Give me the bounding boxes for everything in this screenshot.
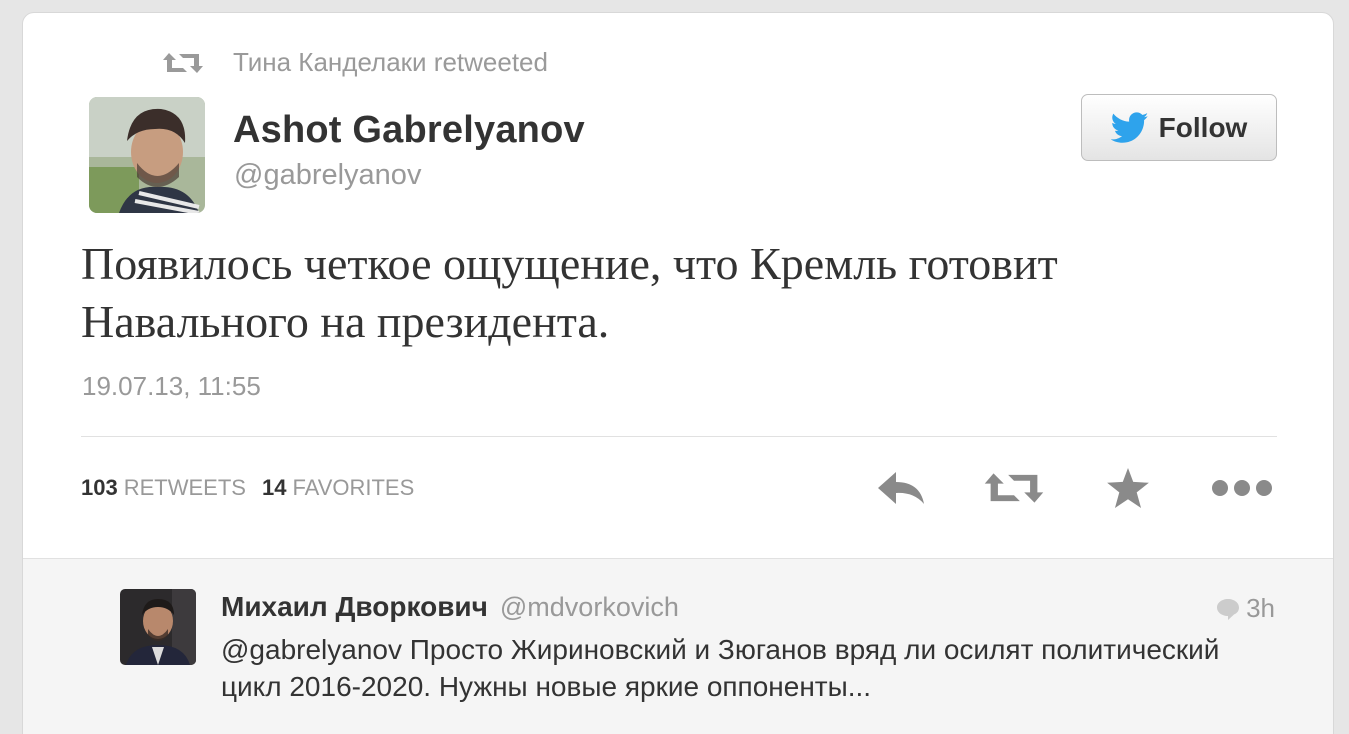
tweet-text: Появилось четкое ощущение, что Кремль го… (81, 238, 1058, 347)
author-name[interactable]: Ashot Gabrelyanov (233, 109, 585, 152)
author-handle[interactable]: @gabrelyanov (234, 159, 421, 192)
more-button[interactable] (1209, 465, 1275, 511)
divider (81, 436, 1277, 437)
twitter-bird-icon (1110, 111, 1149, 143)
reply-header: Михаил Дворкович @mdvorkovich (221, 591, 679, 623)
retweet-icon (984, 473, 1044, 503)
favorites-stat[interactable]: 14 FAVORITES (262, 475, 414, 501)
retweets-stat[interactable]: 103 RETWEETS (81, 475, 246, 501)
favorites-count: 14 (261, 475, 287, 500)
reply-time[interactable]: 3h (1216, 593, 1275, 624)
follow-button-label: Follow (1158, 111, 1248, 143)
follow-button[interactable]: Follow (1081, 94, 1277, 161)
avatar-photo (120, 589, 196, 665)
author-avatar[interactable] (89, 97, 205, 213)
reply-button[interactable] (873, 465, 929, 511)
reply-icon (878, 472, 924, 504)
retweet-context-text[interactable]: Тина Канделаки retweeted (233, 47, 548, 78)
reply-section: Михаил Дворкович @mdvorkovich 3h @gabrel… (23, 558, 1333, 734)
tweet-card: Тина Канделаки retweeted Ashot Gabrelyan… (22, 12, 1334, 734)
reply-avatar[interactable] (120, 589, 196, 665)
reply-time-text: 3h (1246, 593, 1275, 623)
reply-author-name[interactable]: Михаил Дворкович (221, 591, 488, 623)
speech-bubble-icon (1217, 598, 1240, 620)
favorites-label: FAVORITES (292, 475, 415, 500)
reply-text: @gabrelyanov Просто Жириновский и Зюгано… (221, 634, 1220, 702)
retweet-button[interactable] (983, 465, 1045, 511)
tweet-stats: 103 RETWEETS 14 FAVORITES (81, 475, 430, 501)
reply-author-handle[interactable]: @mdvorkovich (500, 592, 679, 623)
star-icon (1107, 468, 1149, 508)
retweet-icon (163, 52, 203, 73)
retweet-context: Тина Канделаки retweeted (163, 47, 548, 78)
more-dots-icon (1212, 480, 1272, 496)
avatar-photo (89, 97, 205, 213)
favorite-button[interactable] (1105, 465, 1151, 511)
retweets-count: 103 (81, 475, 118, 500)
tweet-timestamp[interactable]: 19.07.13, 11:55 (82, 371, 261, 402)
retweets-label: RETWEETS (123, 475, 246, 500)
